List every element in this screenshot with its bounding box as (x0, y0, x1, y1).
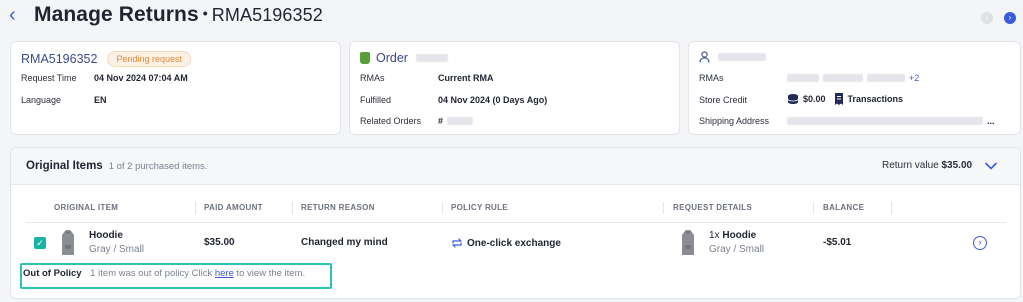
out-of-policy-text: 1 item was out of policy Click (90, 268, 213, 279)
col-policy-rule: POLICY RULE (451, 203, 508, 212)
receipt-icon (834, 93, 843, 105)
shopify-icon (360, 52, 370, 64)
request-item-name: 1x Hoodie (709, 230, 756, 241)
order-rmas-value: Current RMA (438, 73, 494, 83)
request-time-label: Request Time (21, 73, 77, 83)
chevron-right-circle-icon[interactable]: › (973, 236, 987, 250)
related-orders-value[interactable]: # (438, 116, 474, 126)
hoodie-thumbnail (62, 229, 74, 255)
column-divider (195, 202, 196, 214)
page-title: Manage Returns • RMA5196352 (34, 3, 323, 27)
order-number-redacted[interactable] (415, 54, 448, 62)
shipping-address-redacted (787, 117, 983, 125)
original-items-subtitle: 1 of 2 purchased items. (108, 161, 208, 172)
shipping-address-value: ... (787, 116, 995, 126)
col-return-reason: RETURN REASON (301, 203, 375, 212)
related-orders-label: Related Orders (360, 116, 422, 126)
column-divider (891, 202, 892, 214)
customer-rmas-value: +2 (787, 73, 919, 83)
customer-card-header (699, 51, 766, 63)
request-rma-id: RMA5196352 (21, 52, 98, 66)
out-of-policy-here-link[interactable]: here (215, 268, 234, 279)
shipping-address-label: Shipping Address (699, 116, 770, 126)
return-value-amount: $35.00 (941, 160, 973, 171)
column-divider (442, 202, 443, 214)
hoodie-thumbnail (682, 229, 694, 255)
previous-rma-button[interactable]: ‹ (981, 12, 993, 24)
return-value: Return value $35.00 (882, 160, 972, 171)
coins-icon (787, 94, 799, 104)
page-header: ‹ Manage Returns • RMA5196352 ‹ › (0, 0, 1023, 34)
item-variant: Gray / Small (89, 244, 145, 255)
back-arrow-icon[interactable]: ‹ (9, 5, 25, 25)
order-card: Order RMAs Current RMA Fulfilled 04 Nov … (349, 41, 680, 135)
store-credit-amount: $0.00 (803, 94, 826, 104)
related-order-redacted (447, 117, 474, 125)
title-separator: • (202, 5, 208, 21)
chevron-down-icon[interactable] (984, 160, 998, 172)
user-icon (699, 51, 710, 63)
shipping-address-ellipsis: ... (987, 116, 995, 126)
return-value-label: Return value (882, 160, 939, 171)
store-credit-value: $0.00 Transactions (787, 93, 903, 105)
order-rmas-label: RMAs (360, 73, 385, 83)
status-badge: Pending request (107, 51, 192, 67)
original-items-title-text: Original Items (26, 160, 103, 172)
request-item-qty: 1x (709, 230, 720, 241)
customer-card: RMAs +2 Store Credit $0.00 Transactions … (688, 41, 1021, 135)
next-rma-button[interactable]: › (1004, 12, 1016, 24)
more-rmas-link[interactable]: +2 (909, 73, 919, 83)
request-item-name-text: Hoodie (722, 230, 757, 241)
item-checkbox[interactable]: ✓ (34, 237, 46, 249)
original-items-card: Original Items 1 of 2 purchased items. Re… (10, 147, 1021, 299)
fulfilled-value: 04 Nov 2024 (0 Days Ago) (438, 95, 548, 105)
related-order-hash: # (438, 116, 444, 126)
out-of-policy-note: Out of Policy 1 item was out of policy C… (23, 268, 305, 279)
original-items-header[interactable]: Original Items 1 of 2 purchased items. Re… (11, 148, 1020, 185)
col-paid-amount: PAID AMOUNT (204, 203, 263, 212)
store-credit-label: Store Credit (699, 95, 748, 105)
paid-amount: $35.00 (204, 237, 235, 248)
page-title-text: Manage Returns (34, 3, 199, 26)
out-of-policy-label: Out of Policy (23, 268, 82, 279)
balance-value: -$5.01 (823, 237, 852, 248)
column-divider (663, 202, 664, 214)
customer-name-redacted[interactable] (718, 53, 766, 61)
policy-rule: One-click exchange (451, 237, 561, 249)
request-card: RMA5196352 Pending request Request Time … (10, 41, 341, 135)
customer-rmas-label: RMAs (699, 73, 724, 83)
return-reason: Changed my mind (301, 237, 388, 248)
col-original-item: ORIGINAL ITEM (54, 203, 119, 212)
page-title-rma: RMA5196352 (211, 5, 323, 25)
transactions-link[interactable]: Transactions (848, 94, 904, 104)
customer-rma-redacted-1[interactable] (787, 74, 819, 82)
request-item-variant: Gray / Small (709, 244, 765, 255)
col-balance: BALANCE (823, 203, 865, 212)
language-value: EN (94, 95, 107, 105)
policy-rule-text: One-click exchange (467, 237, 561, 249)
table-header-divider (26, 222, 1006, 223)
fulfilled-label: Fulfilled (360, 95, 392, 105)
request-card-header: RMA5196352 Pending request (21, 51, 192, 67)
language-label: Language (21, 95, 62, 105)
col-request-details: REQUEST DETAILS (673, 203, 753, 212)
order-card-header: Order (360, 51, 448, 65)
customer-rma-redacted-2[interactable] (823, 74, 863, 82)
exchange-icon (452, 238, 462, 248)
column-divider (292, 202, 293, 214)
item-name: Hoodie (89, 230, 123, 241)
out-of-policy-text-after: to view the item. (236, 268, 306, 279)
customer-rma-redacted-3[interactable] (867, 74, 905, 82)
column-divider (813, 202, 814, 214)
request-time-value: 04 Nov 2024 07:04 AM (94, 73, 188, 83)
order-title: Order (376, 51, 408, 65)
original-items-title: Original Items 1 of 2 purchased items. (26, 160, 207, 172)
